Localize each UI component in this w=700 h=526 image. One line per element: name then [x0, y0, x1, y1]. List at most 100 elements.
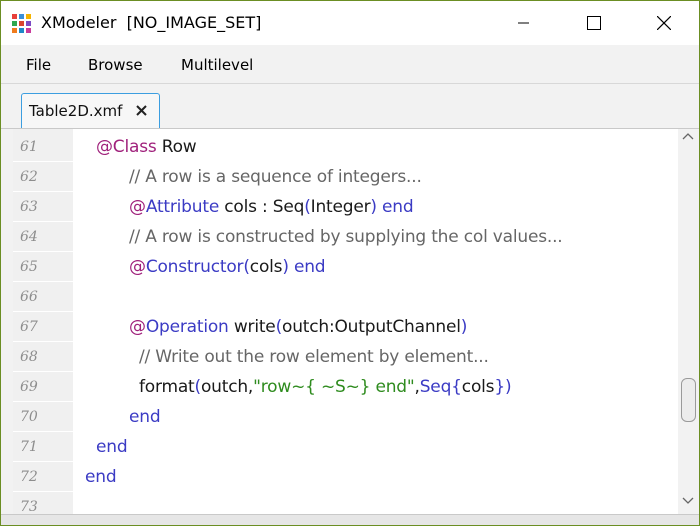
- line-number: 63: [13, 193, 73, 222]
- logo-square: [26, 14, 31, 19]
- code-token: Integer: [310, 197, 371, 217]
- code-token: // A row is constructed by supplying the…: [129, 227, 563, 247]
- app-window: XModeler [NO_IMAGE_SET] File Browse Mult…: [0, 0, 700, 526]
- tab-label: Table2D.xmf: [29, 102, 123, 120]
- logo-square: [26, 28, 31, 33]
- code-line: 72 end: [13, 463, 678, 493]
- code-token: outch,: [200, 377, 254, 397]
- code-token: end: [288, 257, 326, 277]
- logo-square: [26, 21, 31, 26]
- code-line: 68 // Write out the row element by elemen…: [13, 343, 678, 373]
- logo-square: [12, 21, 17, 26]
- code-text: end: [96, 437, 128, 457]
- scroll-down-icon[interactable]: [682, 497, 694, 505]
- menu-multilevel[interactable]: Multilevel: [181, 56, 253, 74]
- code-token: cols : Seq: [219, 197, 305, 217]
- line-number: 66: [13, 283, 73, 312]
- code-text: @Attribute cols : Seq(Integer) end: [129, 197, 414, 217]
- logo-square: [12, 28, 17, 33]
- line-number: 71: [13, 433, 73, 462]
- close-window-button[interactable]: [641, 1, 687, 45]
- code-line: 71 end: [13, 433, 678, 463]
- code-token: ): [504, 377, 512, 397]
- minimize-icon: [518, 22, 529, 24]
- line-number: 72: [13, 463, 73, 492]
- logo-square: [19, 21, 24, 26]
- scrollbar-thumb[interactable]: [681, 378, 696, 422]
- code-text: end: [129, 407, 161, 427]
- logo-square: [12, 14, 17, 19]
- code-line: 70 end: [13, 403, 678, 433]
- logo-square: [19, 28, 24, 33]
- maximize-button[interactable]: [571, 1, 617, 45]
- code-token: write: [228, 317, 276, 337]
- code-token: // Write out the row element by element.…: [139, 347, 489, 367]
- code-token: "row~{ ~S~} end": [253, 377, 415, 397]
- code-token: Attribute: [145, 197, 220, 217]
- code-text: // A row is constructed by supplying the…: [129, 227, 563, 247]
- line-number: 69: [13, 373, 73, 402]
- minimize-button[interactable]: [501, 1, 547, 45]
- code-token: format: [139, 377, 195, 397]
- line-number: 65: [13, 253, 73, 282]
- code-line: 62 // A row is a sequence of integers...: [13, 163, 678, 193]
- code-token: end: [96, 437, 128, 457]
- code-line: 69 format(outch,"row~{ ~S~} end",Seq{cols…: [13, 373, 678, 403]
- code-line: 66: [13, 283, 678, 313]
- line-number: 68: [13, 343, 73, 372]
- line-number: 64: [13, 223, 73, 252]
- code-text: @Operation write(outch:OutputChannel): [129, 317, 467, 337]
- code-token: Row: [156, 137, 197, 157]
- code-line: 73: [13, 493, 678, 514]
- code-token: ): [460, 317, 468, 337]
- code-line: 61 @Class Row: [13, 133, 678, 163]
- line-number: 62: [13, 163, 73, 192]
- xmodeler-logo-icon: [12, 14, 31, 33]
- title-bar[interactable]: XModeler [NO_IMAGE_SET]: [1, 1, 699, 45]
- code-token: end: [129, 407, 161, 427]
- code-token: @: [129, 257, 146, 277]
- code-token: Constructor: [145, 257, 244, 277]
- code-token: {: [451, 377, 462, 397]
- logo-square: [19, 14, 24, 19]
- code-text: @Constructor(cols) end: [129, 257, 326, 277]
- code-token: end: [376, 197, 414, 217]
- window-title: XModeler [NO_IMAGE_SET]: [41, 13, 262, 32]
- code-line: 67 @Operation write(outch:OutputChannel): [13, 313, 678, 343]
- code-editor[interactable]: 61 @Class Row 62 // A row is a sequence of …: [13, 129, 678, 514]
- code-token: outch:OutputChannel: [282, 317, 461, 337]
- line-number: 61: [13, 133, 73, 162]
- line-number: 73: [13, 493, 73, 514]
- code-token: @Class: [96, 137, 157, 157]
- code-token: @: [129, 197, 146, 217]
- code-token: @: [129, 317, 146, 337]
- code-text: @Class Row: [96, 137, 197, 157]
- code-text: format(outch,"row~{ ~S~} end",Seq{cols}): [139, 377, 512, 397]
- code-text: end: [85, 467, 117, 487]
- tab-table2d[interactable]: Table2D.xmf: [21, 93, 160, 128]
- code-token: Operation: [145, 317, 229, 337]
- menu-bar: File Browse Multilevel: [1, 45, 699, 84]
- close-icon: [657, 16, 671, 30]
- line-number: 67: [13, 313, 73, 342]
- code-text: // A row is a sequence of integers...: [129, 167, 422, 187]
- code-token: Seq: [419, 377, 452, 397]
- horizontal-scrollbar[interactable]: [1, 514, 699, 525]
- code-line: 65 @Constructor(cols) end: [13, 253, 678, 283]
- close-tab-icon[interactable]: [134, 103, 149, 118]
- scroll-up-icon[interactable]: [682, 132, 694, 140]
- line-number: 70: [13, 403, 73, 432]
- menu-file[interactable]: File: [26, 56, 51, 74]
- code-token: cols: [249, 257, 283, 277]
- code-token: cols: [461, 377, 495, 397]
- vertical-scrollbar[interactable]: [678, 129, 699, 514]
- code-token: }: [494, 377, 505, 397]
- code-token: end: [85, 467, 117, 487]
- code-line: 64 // A row is constructed by supplying t…: [13, 223, 678, 253]
- tab-strip: Table2D.xmf: [1, 84, 699, 129]
- menu-browse[interactable]: Browse: [88, 56, 143, 74]
- code-token: // A row is a sequence of integers...: [129, 167, 422, 187]
- code-text: // Write out the row element by element.…: [139, 347, 489, 367]
- code-line: 63 @Attribute cols : Seq(Integer) end: [13, 193, 678, 223]
- maximize-icon: [587, 16, 601, 30]
